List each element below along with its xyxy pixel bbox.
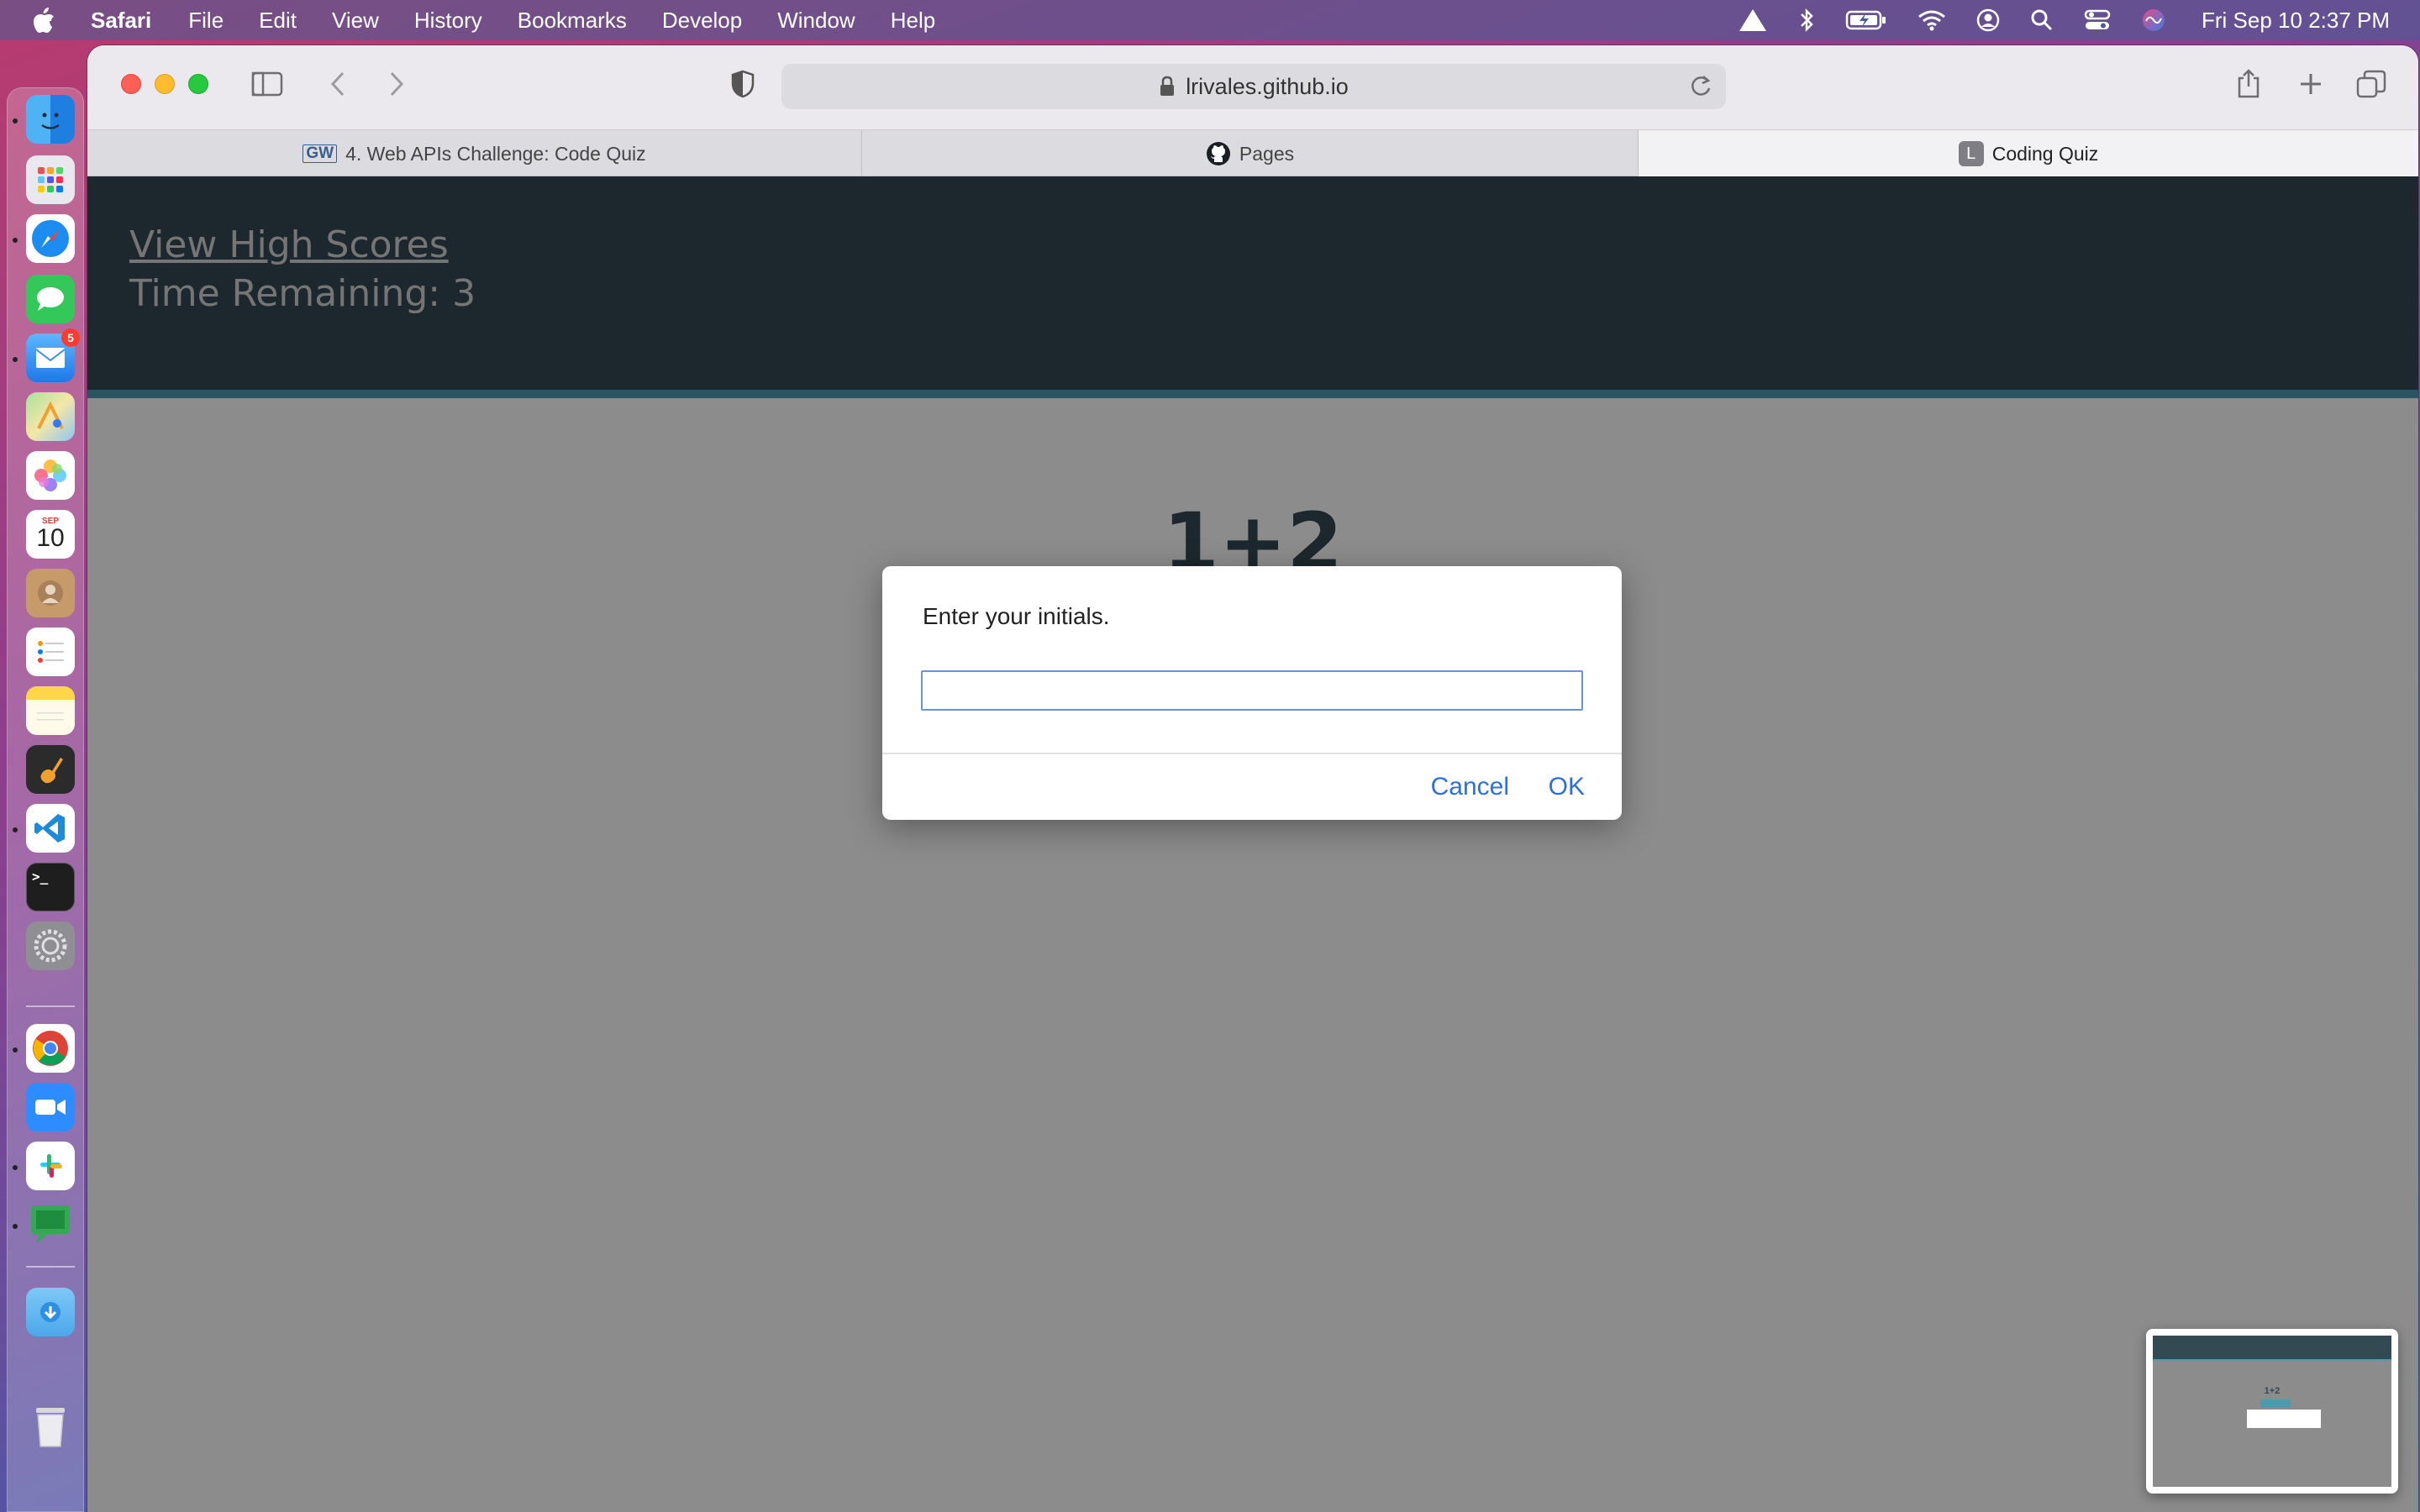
back-button-icon[interactable] (323, 66, 353, 102)
menu-edit[interactable]: Edit (259, 8, 297, 34)
tab-web-apis-challenge[interactable]: GW 4. Web APIs Challenge: Code Quiz (87, 130, 862, 177)
thumbnail-header (2153, 1336, 2391, 1361)
initials-prompt-dialog: Enter your initials. Cancel OK (882, 566, 1622, 820)
ok-button[interactable]: OK (1549, 773, 1585, 801)
reminders-icon[interactable] (26, 627, 75, 676)
coding-quiz-favicon-icon: L (1958, 141, 1984, 166)
window-close-button[interactable] (121, 74, 141, 94)
thumbnail-window: 1+2 (2153, 1336, 2391, 1487)
cancel-button[interactable]: Cancel (1431, 773, 1509, 801)
trash-icon[interactable] (26, 1402, 75, 1451)
vscode-icon[interactable] (26, 804, 75, 853)
modal-overlay (87, 176, 2418, 1512)
user-icon[interactable] (1976, 8, 2000, 32)
wifi-icon[interactable] (1918, 9, 1946, 31)
privacy-shield-icon[interactable] (726, 66, 760, 102)
garageband-icon[interactable] (26, 745, 75, 794)
dock-running-indicator (13, 238, 18, 243)
github-icon (1206, 141, 1231, 166)
browser-toolbar: lrivales.github.io (87, 45, 2418, 129)
messages-icon[interactable] (26, 275, 75, 323)
messages-green-icon[interactable] (26, 1200, 75, 1249)
menubar-clock[interactable]: Fri Sep 10 2:37 PM (2202, 8, 2390, 34)
window-minimize-button[interactable] (155, 74, 175, 94)
thumbnail-question: 1+2 (2264, 1386, 2281, 1396)
mail-icon[interactable]: 5 (26, 328, 80, 382)
menu-view[interactable]: View (332, 8, 379, 34)
dock-running-indicator (13, 1047, 18, 1053)
share-icon[interactable] (2230, 66, 2267, 102)
tab-bar: GW 4. Web APIs Challenge: Code Quiz Page… (87, 129, 2418, 177)
menu-bookmarks[interactable]: Bookmarks (518, 8, 627, 34)
calendar-day: 10 (36, 524, 65, 552)
menu-develop[interactable]: Develop (662, 8, 742, 34)
contacts-icon[interactable] (26, 569, 75, 617)
apple-menu-icon[interactable] (32, 7, 66, 34)
tab-label: Pages (1239, 142, 1295, 165)
safari-window: lrivales.github.io GW 4. Web APIs Challe… (87, 45, 2418, 1512)
new-tab-icon[interactable] (2292, 66, 2329, 102)
dock-running-indicator (13, 827, 18, 832)
menu-app-safari[interactable]: Safari (91, 8, 151, 34)
address-bar[interactable]: lrivales.github.io (781, 64, 1726, 109)
forward-button-icon[interactable] (381, 66, 412, 102)
dock-separator (26, 1005, 75, 1007)
launchpad-icon[interactable] (26, 155, 75, 204)
web-content: View High Scores Time Remaining: 3 1+2 3 (87, 176, 2418, 1512)
bluetooth-icon[interactable] (1798, 8, 1815, 33)
downloads-folder-icon[interactable] (26, 1288, 75, 1336)
slack-icon[interactable] (26, 1142, 75, 1190)
calendar-icon[interactable]: SEP 10 (26, 510, 75, 559)
menu-file[interactable]: File (188, 8, 224, 34)
gw-favicon-icon: GW (302, 144, 338, 163)
safari-icon[interactable] (26, 214, 75, 263)
finder-icon[interactable] (26, 95, 75, 144)
maps-icon[interactable] (26, 392, 75, 441)
thumbnail-answer (2260, 1399, 2291, 1408)
control-center-icon[interactable] (2084, 8, 2111, 32)
mail-badge: 5 (61, 328, 80, 347)
photos-icon[interactable] (26, 451, 75, 500)
dock-running-indicator (13, 118, 18, 123)
lock-icon (1159, 76, 1176, 97)
tab-pages[interactable]: Pages (862, 130, 1639, 177)
dialog-divider (882, 753, 1622, 754)
tab-overview-icon[interactable] (2353, 66, 2390, 102)
chrome-icon[interactable] (26, 1024, 75, 1073)
tab-label: Coding Quiz (1991, 142, 2099, 165)
menu-window[interactable]: Window (777, 8, 855, 34)
spotlight-search-icon[interactable] (2030, 8, 2054, 32)
address-url: lrivales.github.io (1186, 73, 1349, 99)
sidebar-toggle-icon[interactable] (249, 66, 286, 102)
zoom-icon[interactable] (26, 1083, 75, 1131)
screenshot-thumbnail[interactable]: 1+2 (2146, 1329, 2398, 1494)
notes-icon[interactable] (26, 686, 75, 735)
dock: 5 SEP 10 >_ (7, 87, 84, 1512)
dock-running-indicator (13, 357, 18, 362)
thumbnail-dialog (2247, 1410, 2321, 1428)
dock-separator (26, 1266, 75, 1268)
dock-running-indicator (13, 1224, 18, 1229)
dialog-message: Enter your initials. (923, 603, 1110, 629)
terminal-icon[interactable]: >_ (26, 863, 75, 911)
menu-bar: Safari File Edit View History Bookmarks … (0, 0, 2420, 40)
siri-icon[interactable] (2141, 8, 2166, 33)
initials-input[interactable] (921, 670, 1583, 711)
window-zoom-button[interactable] (188, 74, 208, 94)
system-preferences-icon[interactable] (26, 921, 75, 970)
tab-coding-quiz[interactable]: L Coding Quiz (1639, 130, 2418, 177)
tab-label: 4. Web APIs Challenge: Code Quiz (345, 142, 646, 165)
dock-running-indicator (13, 1165, 18, 1170)
reload-icon[interactable] (1689, 74, 1712, 105)
battery-charging-icon[interactable] (1845, 9, 1887, 31)
vpn-triangle-icon[interactable] (1738, 8, 1768, 33)
menu-help[interactable]: Help (891, 8, 935, 34)
menu-history[interactable]: History (414, 8, 482, 34)
